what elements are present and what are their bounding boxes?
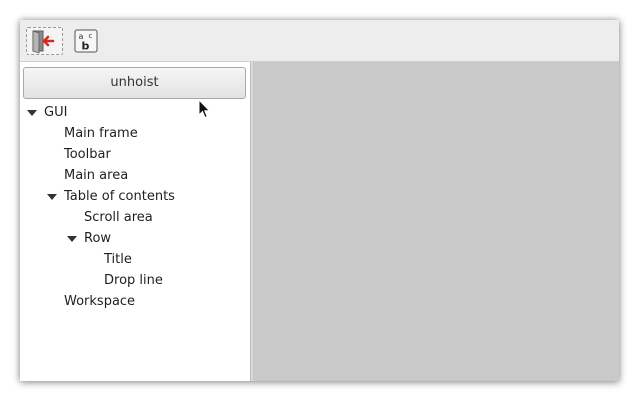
expand-arrow-icon[interactable] bbox=[67, 236, 77, 242]
exit-door-icon bbox=[32, 30, 55, 54]
tree-node-table-of-contents[interactable]: Table of contents bbox=[64, 186, 175, 207]
tree-node-toolbar[interactable]: Toolbar bbox=[64, 144, 111, 165]
tree-node-gui[interactable]: GUI bbox=[44, 102, 67, 123]
expand-arrow-icon[interactable] bbox=[47, 194, 57, 200]
tree-node-main-frame[interactable]: Main frame bbox=[64, 123, 138, 144]
workspace-area[interactable] bbox=[253, 62, 619, 381]
tree-node-workspace[interactable]: Workspace bbox=[64, 291, 135, 312]
expand-arrow-icon[interactable] bbox=[27, 110, 37, 116]
tree-node-title[interactable]: Title bbox=[104, 249, 132, 270]
app-window: a c b unhoist GUI Main frame Toolbar Mai… bbox=[20, 20, 619, 381]
tree-node-main-area[interactable]: Main area bbox=[64, 165, 128, 186]
abc-text-icon: a c b bbox=[74, 29, 98, 53]
tree-node-drop-line[interactable]: Drop line bbox=[104, 270, 163, 291]
unhoist-button[interactable]: unhoist bbox=[23, 67, 246, 99]
abc-glyph-b: b bbox=[82, 40, 90, 53]
tree-node-scroll-area[interactable]: Scroll area bbox=[84, 207, 153, 228]
text-format-button[interactable]: a c b bbox=[70, 27, 107, 55]
tree-node-row[interactable]: Row bbox=[84, 228, 111, 249]
exit-hoist-button[interactable] bbox=[26, 27, 63, 55]
structure-pane: unhoist GUI Main frame Toolbar Main area… bbox=[20, 62, 250, 381]
toolbar: a c b bbox=[20, 20, 619, 62]
